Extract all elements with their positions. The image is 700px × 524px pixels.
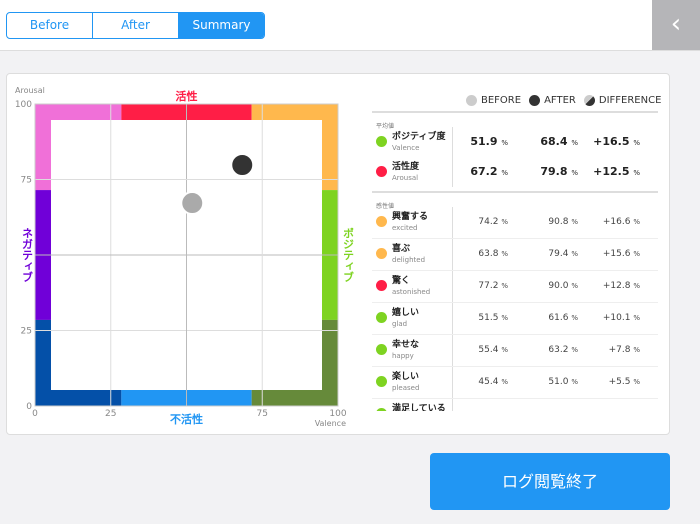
- end-log-view-button[interactable]: ログ閲覧終了: [430, 453, 670, 510]
- before-value: 51.5 %: [478, 313, 508, 323]
- x-tick-label: 25: [105, 409, 116, 419]
- after-value: 79.4 %: [548, 249, 578, 259]
- legend-after: AFTER: [544, 95, 576, 106]
- before-value: 63.8 %: [478, 249, 508, 259]
- row-label: 喜ぶ: [392, 244, 411, 254]
- difference-value: +15.6 %: [602, 249, 640, 259]
- table-row: 満足している: [372, 399, 658, 411]
- x-tick-label: 75: [257, 409, 268, 419]
- difference-value: +5.5 %: [608, 377, 640, 387]
- emotion-section-label: 感性値: [376, 203, 395, 210]
- table-row: 喜ぶ delighted 63.8 % 79.4 % +15.6 %: [372, 239, 658, 271]
- y-tick-label: 25: [21, 327, 32, 337]
- difference-legend-icon: [583, 95, 595, 106]
- table-row: 幸せな happy 55.4 % 63.2 % +7.8 %: [372, 335, 658, 367]
- after-value: 68.4 %: [540, 135, 578, 148]
- before-value: 55.4 %: [478, 345, 508, 355]
- table-row: ポジティブ度 Valence 51.9 % 68.4 % +16.5 %: [372, 127, 658, 157]
- after-value: 90.0 %: [548, 281, 578, 291]
- color-dot-icon: [376, 166, 387, 177]
- point-before: [180, 191, 205, 216]
- table-row: 驚く astonished 77.2 % 90.0 % +12.8 %: [372, 271, 658, 303]
- row-label: 驚く: [392, 276, 411, 286]
- zone-bottom-right: [251, 390, 338, 406]
- x-tick-label: 0: [32, 409, 38, 419]
- color-dot-icon: [376, 408, 387, 411]
- before-value: 67.2 %: [470, 165, 508, 178]
- color-dot-icon: [376, 376, 387, 387]
- before-legend-icon: [466, 95, 477, 106]
- legend: BEFORE AFTER DIFFERENCE: [458, 95, 661, 106]
- row-label: 興奮する: [392, 212, 429, 222]
- results-table: 平均値 ポジティブ度 Valence 51.9 % 68.4 % +16.5 %…: [372, 111, 658, 411]
- before-value: 45.4 %: [478, 377, 508, 387]
- back-button[interactable]: ‹: [652, 0, 700, 50]
- row-label: ポジティブ度: [392, 132, 446, 142]
- chevron-left-icon: ‹: [670, 9, 682, 39]
- color-dot-icon: [376, 280, 387, 291]
- legend-before: BEFORE: [481, 95, 522, 106]
- y-tick-label: 100: [15, 100, 32, 110]
- zone-left-top: [35, 104, 51, 191]
- after-value: 79.8 %: [540, 165, 578, 178]
- x-tick-label: 100: [329, 409, 346, 419]
- table-row: 活性度 Arousal 67.2 % 79.8 % +12.5 %: [372, 157, 658, 187]
- row-sublabel: glad: [392, 320, 408, 328]
- legend-difference: DIFFERENCE: [598, 95, 662, 106]
- row-label: 幸せな: [392, 340, 420, 350]
- row-sublabel: excited: [392, 224, 418, 232]
- after-value: 90.8 %: [548, 217, 578, 227]
- row-sublabel: astonished: [392, 288, 431, 296]
- difference-value: +10.1 %: [602, 313, 640, 323]
- zone-label-inactive: 不活性: [170, 412, 203, 426]
- color-dot-icon: [376, 312, 387, 323]
- zone-label-positive: ポジティブ: [342, 226, 355, 282]
- color-dot-icon: [376, 248, 387, 259]
- color-dot-icon: [376, 344, 387, 355]
- before-value: 74.2 %: [478, 217, 508, 227]
- row-label: 楽しい: [392, 372, 420, 382]
- after-value: 51.0 %: [548, 377, 578, 387]
- row-sublabel: Arousal: [392, 174, 419, 182]
- after-legend-icon: [529, 95, 541, 106]
- difference-value: +16.6 %: [602, 217, 640, 227]
- zone-right-top: [322, 104, 338, 191]
- difference-value: +16.5 %: [593, 135, 640, 148]
- row-label: 嬉しい: [392, 308, 420, 318]
- y-axis-label: Arousal: [15, 86, 45, 95]
- after-value: 63.2 %: [548, 345, 578, 355]
- before-value: 77.2 %: [478, 281, 508, 291]
- row-sublabel: happy: [392, 352, 414, 360]
- before-value: 51.9 %: [470, 135, 508, 148]
- y-tick-label: 0: [26, 402, 32, 412]
- table-row: 興奮する excited 74.2 % 90.8 % +16.6 %: [372, 207, 658, 239]
- row-sublabel: delighted: [392, 256, 426, 264]
- difference-value: +7.8 %: [608, 345, 640, 355]
- color-dot-icon: [376, 136, 387, 147]
- valence-arousal-chart: 0 25 75 100 0 25 75 100 Arousal Valence 活性不活性 ネガティブ…: [15, 86, 355, 428]
- zone-bottom-left: [35, 390, 122, 406]
- row-label: 満足している: [392, 404, 446, 411]
- average-section-label: 平均値: [376, 123, 395, 130]
- after-value: 61.6 %: [548, 313, 578, 323]
- y-tick-label: 75: [21, 176, 32, 186]
- row-sublabel: pleased: [392, 384, 420, 392]
- color-dot-icon: [376, 216, 387, 227]
- zone-label-active: 活性: [176, 89, 198, 103]
- point-after: [230, 153, 255, 178]
- table-row: 嬉しい glad 51.5 % 61.6 % +10.1 %: [372, 303, 658, 335]
- row-label: 活性度: [392, 162, 420, 172]
- x-axis-label: Valence: [315, 419, 346, 428]
- row-sublabel: Valence: [392, 144, 420, 152]
- difference-value: +12.8 %: [602, 281, 640, 291]
- table-row: 楽しい pleased 45.4 % 51.0 % +5.5 %: [372, 367, 658, 399]
- zone-label-negative: ネガティブ: [21, 227, 34, 282]
- difference-value: +12.5 %: [593, 165, 640, 178]
